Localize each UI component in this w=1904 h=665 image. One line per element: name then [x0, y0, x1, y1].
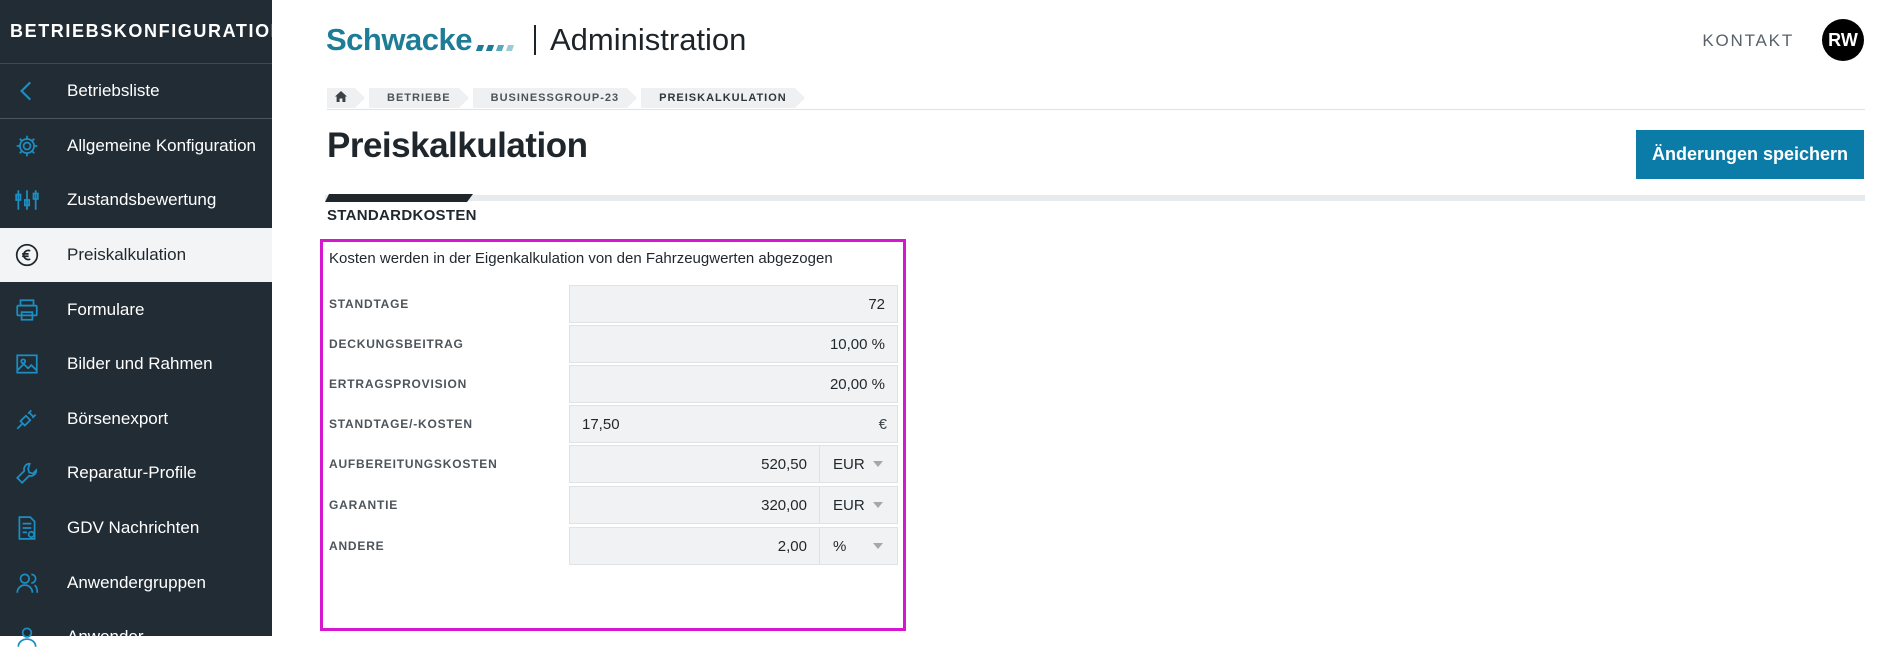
standtage-input[interactable]: [570, 286, 897, 322]
sidebar-item-label: Bilder und Rahmen: [67, 354, 213, 374]
field-label: ANDERE: [329, 539, 385, 553]
field-label: STANDTAGE/-KOSTEN: [329, 417, 473, 431]
unit-select-value: %: [833, 537, 847, 555]
image-icon: [0, 351, 67, 377]
breadcrumb-item-current: PREISKALKULATION: [641, 88, 805, 108]
aufbereitungskosten-field: EUR: [569, 445, 898, 483]
unit-select-value: EUR: [833, 455, 865, 473]
caret-down-icon: [873, 543, 883, 549]
caret-down-icon: [873, 502, 883, 508]
sidebar-item-anwender[interactable]: Anwender: [0, 610, 272, 665]
unit-select[interactable]: %: [820, 528, 897, 564]
sidebar-item-allgemeine-konfiguration[interactable]: Allgemeine Konfiguration: [0, 119, 272, 174]
standtage-kosten-field: €: [569, 405, 898, 443]
row-standtage-kosten: STANDTAGE/-KOSTEN €: [329, 405, 900, 443]
user-avatar[interactable]: RW: [1822, 19, 1864, 61]
sidebar-item-label: Formulare: [67, 299, 145, 319]
document-icon: [0, 515, 67, 541]
standtage-field: [569, 285, 898, 323]
deckungsbeitrag-field: [569, 325, 898, 363]
users-icon: [0, 570, 67, 596]
brand-logo[interactable]: Schwacke: [326, 22, 515, 58]
field-label: DECKUNGSBEITRAG: [329, 337, 464, 351]
andere-field: %: [569, 527, 898, 565]
header: Schwacke Administration KONTAKT RW: [326, 0, 1864, 84]
sidebar-item-label: GDV Nachrichten: [67, 518, 200, 538]
sidebar: BETRIEBSKONFIGURATION Betriebsliste Allg…: [0, 0, 284, 648]
breadcrumb-item-businessgroup[interactable]: BUSINESSGROUP-23: [472, 88, 638, 108]
sidebar-item-label: Preiskalkulation: [67, 245, 187, 265]
row-standtage: STANDTAGE: [329, 285, 900, 323]
brand-logo-text: Schwacke: [326, 22, 472, 57]
standtage-kosten-input[interactable]: [570, 406, 879, 442]
deckungsbeitrag-input[interactable]: [570, 326, 897, 362]
sidebar-item-reparatur-profile[interactable]: Reparatur-Profile: [0, 446, 272, 501]
sidebar-item-label: Betriebsliste: [67, 80, 160, 100]
unit-select-value: EUR: [833, 496, 865, 514]
tab-active-indicator: [325, 194, 473, 202]
plug-icon: [0, 406, 67, 432]
contact-link[interactable]: KONTAKT: [1702, 31, 1794, 51]
app-title-text: Administration: [550, 22, 747, 57]
sidebar-item-label: Allgemeine Konfiguration: [67, 135, 257, 155]
breadcrumb: BETRIEBE BUSINESSGROUP-23 PREISKALKULATI…: [327, 88, 1865, 110]
printer-icon: [0, 297, 67, 323]
breadcrumb-home[interactable]: [327, 88, 365, 108]
sidebar-item-zustandsbewertung[interactable]: Zustandsbewertung: [0, 173, 272, 228]
andere-input[interactable]: [570, 528, 819, 564]
save-changes-button[interactable]: Änderungen speichern: [1635, 130, 1864, 179]
sidebar-item-betriebsliste[interactable]: Betriebsliste: [0, 64, 272, 119]
row-garantie: GARANTIE EUR: [329, 486, 900, 524]
chevron-left-icon: [0, 78, 67, 104]
panel-description: Kosten werden in der Eigenkalkulation vo…: [329, 250, 833, 267]
standard-costs-panel: Kosten werden in der Eigenkalkulation vo…: [320, 239, 906, 631]
row-aufbereitungskosten: AUFBEREITUNGSKOSTEN EUR: [329, 445, 900, 483]
page-title: Preiskalkulation: [327, 126, 588, 165]
tab-standardkosten[interactable]: STANDARDKOSTEN: [327, 207, 477, 224]
number-wrap: [570, 487, 820, 523]
euro-icon: [0, 242, 67, 268]
field-label: GARANTIE: [329, 498, 399, 512]
sidebar-title: BETRIEBSKONFIGURATION: [0, 0, 284, 64]
garantie-field: EUR: [569, 486, 898, 524]
sidebar-item-preiskalkulation[interactable]: Preiskalkulation: [0, 227, 272, 283]
sidebar-item-label: Zustandsbewertung: [67, 190, 217, 210]
sliders-icon: [0, 187, 67, 213]
field-label: STANDTAGE: [329, 297, 410, 311]
sidebar-item-anwendergruppen[interactable]: Anwendergruppen: [0, 555, 272, 610]
row-ertragsprovision: ERTRAGSPROVISION: [329, 365, 900, 403]
sidebar-item-formulare[interactable]: Formulare: [0, 282, 272, 337]
garantie-input[interactable]: [570, 487, 819, 523]
sidebar-item-label: Reparatur-Profile: [67, 463, 197, 483]
breadcrumb-item-betriebe[interactable]: BETRIEBE: [369, 88, 469, 108]
user-icon: [0, 624, 67, 650]
currency-suffix: €: [878, 415, 887, 433]
sidebar-item-boersenexport[interactable]: Börsenexport: [0, 392, 272, 447]
sidebar-item-bilder-und-rahmen[interactable]: Bilder und Rahmen: [0, 337, 272, 392]
unit-select[interactable]: EUR: [820, 446, 897, 482]
row-andere: ANDERE %: [329, 527, 900, 565]
gear-icon: [0, 133, 67, 159]
number-wrap: [570, 528, 820, 564]
ertragsprovision-input[interactable]: [570, 366, 897, 402]
home-icon: [335, 91, 347, 105]
caret-down-icon: [873, 461, 883, 467]
ertragsprovision-field: [569, 365, 898, 403]
tab-bar: [325, 195, 1865, 201]
row-deckungsbeitrag: DECKUNGSBEITRAG: [329, 325, 900, 363]
sidebar-item-label: Börsenexport: [67, 408, 169, 428]
sidebar-item-gdv-nachrichten[interactable]: GDV Nachrichten: [0, 501, 272, 556]
field-label: ERTRAGSPROVISION: [329, 377, 468, 391]
sidebar-item-label: Anwender: [67, 627, 144, 647]
unit-select[interactable]: EUR: [820, 487, 897, 523]
number-wrap: [570, 446, 820, 482]
wrench-icon: [0, 460, 67, 486]
sidebar-item-label: Anwendergruppen: [67, 572, 206, 592]
aufbereitungskosten-input[interactable]: [570, 446, 819, 482]
field-label: AUFBEREITUNGSKOSTEN: [329, 457, 498, 471]
title-divider: [534, 25, 536, 55]
logo-dashes-icon: [475, 45, 515, 51]
app-title: Administration: [534, 22, 746, 58]
